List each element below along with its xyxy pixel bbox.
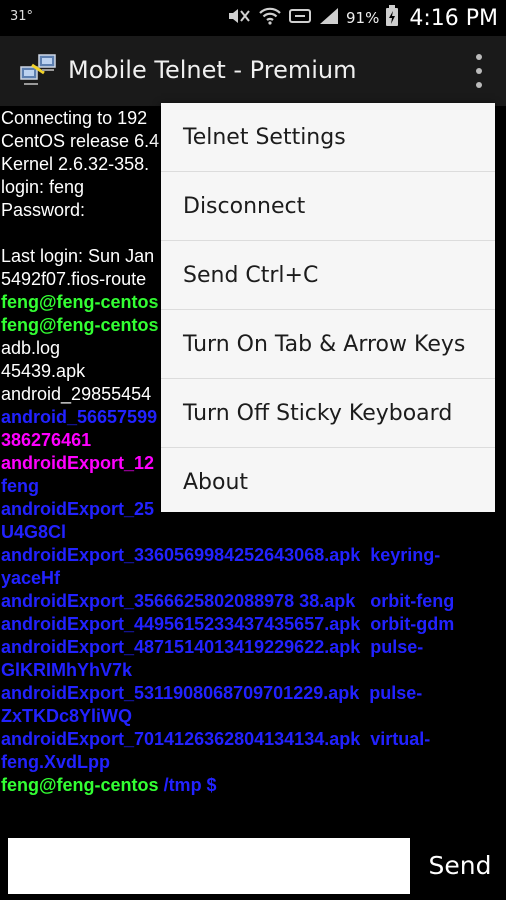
- terminal-line: androidExport_3566625802088978 38.apk or…: [1, 591, 455, 611]
- send-button[interactable]: Send: [418, 838, 502, 894]
- overflow-menu-icon[interactable]: [474, 54, 484, 88]
- menu-item-about[interactable]: About: [161, 448, 495, 516]
- signal-icon: [318, 6, 340, 30]
- overflow-menu: Telnet Settings Disconnect Send Ctrl+C T…: [161, 103, 495, 512]
- clock: 4:16 PM: [409, 5, 498, 31]
- menu-item-sticky-keyboard[interactable]: Turn Off Sticky Keyboard: [161, 379, 495, 448]
- prompt-path: /tmp $: [158, 775, 217, 795]
- mute-icon: [226, 6, 252, 30]
- menu-item-disconnect[interactable]: Disconnect: [161, 172, 495, 241]
- app-title: Mobile Telnet - Premium: [68, 56, 357, 84]
- terminal-line: U4G8Cl: [1, 522, 67, 542]
- wifi-icon: [258, 6, 282, 30]
- temperature-indicator: 31°: [10, 9, 34, 24]
- command-input[interactable]: [8, 838, 410, 894]
- terminal-line: androidExport_4871514013419229622.apk pu…: [1, 637, 424, 657]
- terminal-line: androidExport_5311908068709701229.apk pu…: [1, 683, 423, 703]
- prompt-user-host: feng@feng-centos: [1, 775, 159, 795]
- nfc-icon: [288, 7, 312, 29]
- menu-item-send-ctrl-c[interactable]: Send Ctrl+C: [161, 241, 495, 310]
- terminal-line: GlKRIMhYhV7k: [1, 660, 133, 680]
- command-bar: Send: [0, 830, 506, 900]
- status-bar: 31° 91% 4:16 PM: [0, 0, 506, 36]
- terminal-line: androidExport_3360569984252643068.apk ke…: [1, 545, 441, 565]
- network-computers-icon: [18, 51, 58, 91]
- action-bar: Mobile Telnet - Premium: [0, 36, 506, 106]
- status-icons: 91% 4:16 PM: [226, 0, 498, 36]
- terminal-line: ZxTKDc8YliWQ: [1, 706, 133, 726]
- battery-icon: [385, 5, 399, 31]
- terminal-line: androidExport_4495615233437435657.apk or…: [1, 614, 455, 634]
- terminal-prompt-line: feng@feng-centos /tmp $: [0, 774, 506, 797]
- terminal-line: yaceHf: [1, 568, 61, 588]
- app-screen: 31° 91% 4:16 PM Mobile Telnet - Premium …: [0, 0, 506, 900]
- terminal-line: feng.XvdLpp: [1, 752, 110, 772]
- terminal-line: androidExport_7014126362804134134.apk vi…: [1, 729, 431, 749]
- menu-item-telnet-settings[interactable]: Telnet Settings: [161, 103, 495, 172]
- menu-item-tab-arrow-keys[interactable]: Turn On Tab & Arrow Keys: [161, 310, 495, 379]
- battery-percent: 91%: [346, 9, 380, 27]
